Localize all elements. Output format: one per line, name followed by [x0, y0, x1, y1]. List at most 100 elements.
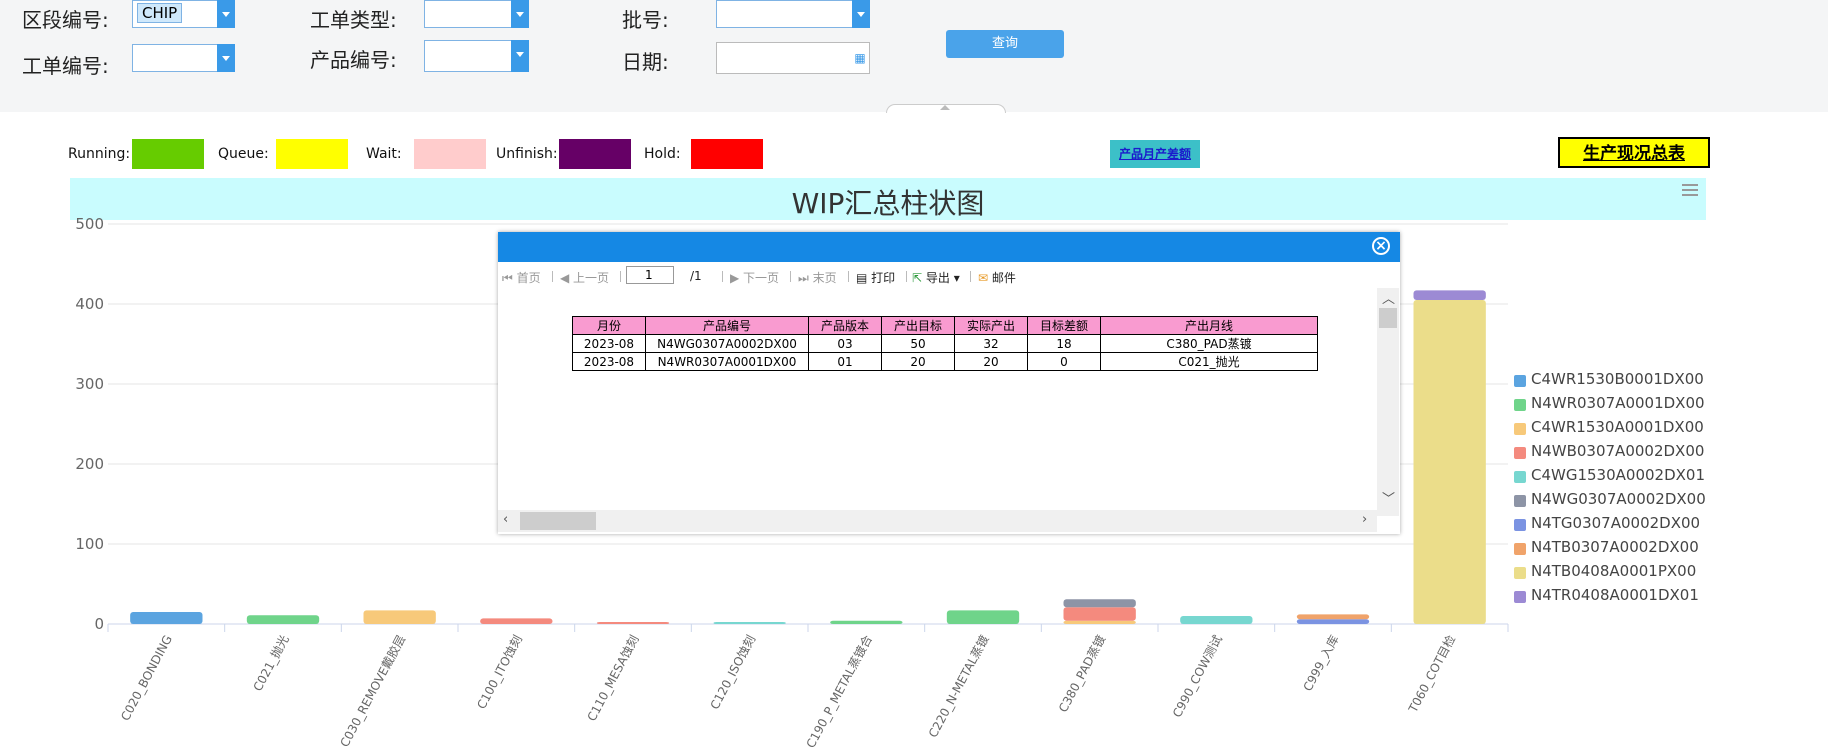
page-number-input[interactable]: 1: [626, 266, 674, 284]
x-tick-label: C021_抛光: [250, 632, 292, 693]
series-legend-label: N4TB0408A0001PX00: [1531, 562, 1697, 580]
series-legend-label: N4TR0408A0001DX01: [1531, 586, 1699, 604]
col-line: 产出月线: [1100, 316, 1318, 335]
series-legend-label: C4WG1530A0002DX01: [1531, 466, 1705, 484]
x-tick-label: T060_COT目检: [1405, 632, 1459, 715]
printer-icon: ▤: [856, 271, 868, 285]
cell-month: 2023-08: [572, 334, 646, 353]
series-legend-swatch: [1514, 495, 1526, 507]
col-version: 产品版本: [808, 316, 882, 335]
series-legend-label: N4WR0307A0001DX00: [1531, 394, 1705, 412]
series-legend-label: N4TB0307A0002DX00: [1531, 538, 1699, 556]
page-total: /1: [690, 269, 702, 283]
cell-version: 03: [808, 334, 882, 353]
mail-label: 邮件: [991, 271, 1016, 285]
scroll-thumb[interactable]: [520, 512, 596, 530]
bar-N4WB0307A0002DX00: [480, 618, 553, 624]
table-row: 2023-08 N4WG0307A0002DX00 03 50 32 18 C3…: [572, 334, 1318, 353]
series-legend-swatch: [1514, 423, 1526, 435]
vertical-scrollbar[interactable]: ︿ ﹀: [1377, 288, 1399, 516]
col-month: 月份: [572, 316, 646, 335]
next-page-label: 下一页: [743, 271, 780, 285]
cell-diff: 18: [1027, 334, 1101, 353]
x-tick-label: C100_ITO蚀刻: [474, 633, 525, 712]
col-product: 产品编号: [645, 316, 809, 335]
prev-page-button[interactable]: ◀ 上一页: [560, 269, 609, 286]
last-page-button[interactable]: ⏭ 末页: [798, 269, 837, 286]
print-label: 打印: [871, 271, 896, 285]
mail-button[interactable]: ✉ 邮件: [978, 269, 1016, 286]
x-tick-label: C030_REMOVE戴胶层: [337, 632, 409, 749]
y-tick-label: 400: [75, 295, 104, 313]
bar-N4WR0307A0001DX00: [946, 610, 1020, 624]
chevron-down-icon[interactable]: ﹀: [1382, 488, 1395, 507]
series-legend-swatch: [1514, 447, 1526, 459]
x-tick-label: C380_PAD蒸镀: [1056, 633, 1108, 715]
series-legend-swatch: [1514, 519, 1526, 531]
bar-C4WG1530A0002DX01: [1180, 616, 1253, 624]
bar-N4WG0307A0002DX00: [1063, 599, 1136, 608]
series-legend-label: N4WB0307A0002DX00: [1531, 442, 1705, 460]
prev-page-label: 上一页: [573, 271, 610, 285]
print-button[interactable]: ▤ 打印: [856, 269, 895, 286]
cell-product: N4WG0307A0002DX00: [645, 334, 809, 353]
export-icon: ⇱: [912, 271, 923, 285]
cell-product: N4WR0307A0001DX00: [645, 352, 809, 371]
chevron-up-icon[interactable]: ︿: [1382, 288, 1395, 307]
bar-N4WR0307A0001DX00: [246, 615, 320, 624]
mail-icon: ✉: [978, 271, 989, 285]
series-legend-label: C4WR1530A0001DX00: [1531, 418, 1704, 436]
x-tick-label: C120_ISO蚀刻: [708, 633, 759, 712]
bar-N4WB0307A0002DX00: [1063, 607, 1136, 621]
y-tick-label: 100: [75, 535, 104, 553]
scroll-thumb[interactable]: [1379, 308, 1397, 328]
x-tick-label: C190_P_METAL蒸镀合: [803, 632, 875, 750]
series-legend-swatch: [1514, 591, 1526, 603]
x-tick-label: C220_N-METAL蒸镀: [926, 633, 992, 740]
first-page-button[interactable]: ⏮ 首页: [502, 269, 541, 286]
cell-target: 50: [881, 334, 955, 353]
cell-line: C380_PAD蒸镀: [1100, 334, 1318, 353]
series-legend-swatch: [1514, 375, 1526, 387]
col-target: 产出目标: [881, 316, 955, 335]
last-page-label: 末页: [812, 271, 837, 285]
bar-N4TR0408A0001DX01: [1413, 290, 1486, 300]
bar-C4WR1530B0001DX00: [130, 612, 203, 624]
cell-target: 20: [881, 352, 955, 371]
bar-N4TG0307A0002DX00: [1296, 619, 1370, 624]
y-tick-label: 300: [75, 375, 104, 393]
cell-month: 2023-08: [572, 352, 646, 371]
x-tick-label: C020_BONDING: [118, 633, 175, 723]
report-toolbar: ⏮ 首页 ◀ 上一页 1 /1 ▶ 下一页 ⏭ 末页 ▤ 打印 ⇱ 导出 ▾ ✉…: [498, 264, 1400, 288]
y-tick-label: 500: [75, 215, 104, 233]
close-icon[interactable]: ×: [1372, 237, 1390, 255]
bar-C4WG1530A0002DX01: [713, 622, 786, 624]
x-tick-label: C990_COW测试: [1169, 632, 1225, 719]
bar-N4TB0307A0002DX00: [1296, 614, 1370, 620]
dialog-header: ×: [498, 232, 1400, 262]
cell-actual: 20: [954, 352, 1028, 371]
series-legend-swatch: [1514, 543, 1526, 555]
first-page-label: 首页: [516, 271, 541, 285]
chevron-right-icon[interactable]: ›: [1362, 512, 1367, 527]
series-legend-swatch: [1514, 567, 1526, 579]
bar-N4WR0307A0001DX00: [830, 620, 903, 624]
export-button[interactable]: ⇱ 导出 ▾: [912, 269, 960, 286]
report-table: 月份 产品编号 产品版本 产出目标 实际产出 目标差额 产出月线 2023-08…: [572, 316, 1318, 371]
series-legend-label: N4WG0307A0002DX00: [1531, 490, 1706, 508]
export-label: 导出: [925, 271, 950, 285]
cell-version: 01: [808, 352, 882, 371]
x-tick-label: C999_入库: [1300, 632, 1342, 693]
series-legend-swatch: [1514, 399, 1526, 411]
chevron-left-icon[interactable]: ‹: [503, 512, 508, 527]
x-tick-label: C110_MESA蚀刻: [585, 633, 642, 724]
cell-actual: 32: [954, 334, 1028, 353]
report-dialog: × ⏮ 首页 ◀ 上一页 1 /1 ▶ 下一页 ⏭ 末页 ▤ 打印 ⇱ 导出 ▾…: [498, 232, 1400, 534]
bar-N4WB0307A0002DX00: [596, 622, 670, 624]
next-page-button[interactable]: ▶ 下一页: [730, 269, 779, 286]
col-diff: 目标差额: [1027, 316, 1101, 335]
table-row: 2023-08 N4WR0307A0001DX00 01 20 20 0 C02…: [572, 352, 1318, 371]
series-legend-swatch: [1514, 471, 1526, 483]
horizontal-scrollbar[interactable]: ‹ ›: [498, 510, 1377, 532]
bar-N4TB0408A0001PX00: [1413, 300, 1486, 624]
